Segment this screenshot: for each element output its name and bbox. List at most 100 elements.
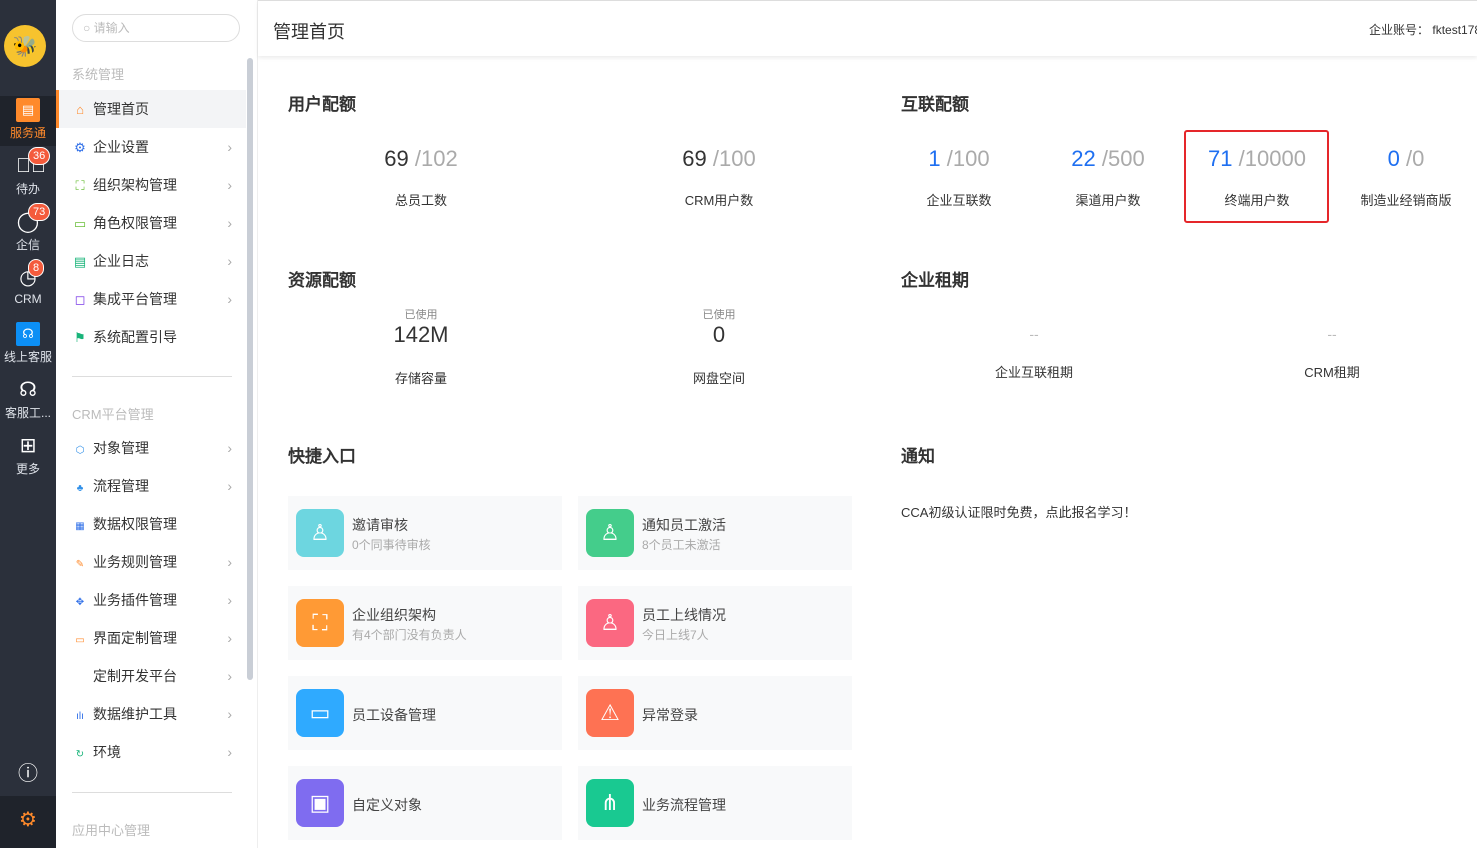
crm-lease-stat: -- CRM租期 — [1222, 326, 1442, 381]
stat-value: 142M — [393, 322, 449, 347]
rail-item-todo[interactable]: ✓⃝ 待办 36 — [0, 147, 56, 197]
menu-item[interactable]: ılı 数据维护工具 › — [56, 695, 246, 733]
section-title: 互联配额 — [901, 95, 969, 114]
rail-item-cs-tools[interactable]: ☊ 客服工... — [0, 378, 56, 421]
warning-icon: ⚠ — [586, 689, 634, 737]
rail-item-chat[interactable]: ◯ 企信 73 — [0, 203, 56, 253]
interlink-lease-stat: -- 企业互联租期 — [924, 326, 1144, 381]
menu-item[interactable]: ▦ 数据权限管理 — [56, 505, 246, 543]
user-key-icon: ♙ — [586, 599, 634, 647]
stat-label: 企业互联租期 — [994, 365, 1073, 380]
divider — [72, 792, 232, 793]
section-title: 资源配额 — [288, 271, 356, 290]
menu-icon: ✎ — [75, 559, 85, 570]
stat-total: /100 — [946, 146, 990, 171]
stat-total: /0 — [1406, 146, 1425, 171]
shortcut-subtitle: 0个同事待审核 — [352, 538, 431, 552]
org-chart-icon: ⛶ — [296, 599, 344, 647]
shortcut-title: 异常登录 — [642, 707, 698, 723]
service-icon: ▤ — [16, 98, 40, 122]
section-title: 通知 — [901, 447, 935, 466]
group-title: CRM平台管理 — [72, 407, 154, 422]
chevron-right-icon: › — [227, 253, 232, 269]
rail-item-crm[interactable]: ◷ CRM 8 — [0, 259, 56, 306]
stat-total: /102 — [414, 146, 458, 171]
stat-label: 存储容量 — [394, 371, 447, 386]
menu-item[interactable]: ⛶ 组织架构管理 › — [56, 166, 246, 204]
menu-icon: ılı — [76, 711, 84, 722]
menu-item[interactable]: ▭ 角色权限管理 › — [56, 204, 246, 242]
user-quota-stat: 69 /100 CRM用户数 — [609, 146, 829, 209]
rail-label: 更多 — [15, 462, 40, 476]
chevron-right-icon: › — [227, 630, 232, 646]
rail-label: 服务通 — [9, 126, 46, 140]
shortcut-card[interactable]: ♙ 邀请审核 0个同事待审核 — [288, 496, 562, 570]
stat-label: CRM租期 — [1304, 365, 1360, 380]
rail-item-service[interactable]: ▤ 服务通 — [0, 96, 56, 146]
stamp-icon: ♙ — [296, 509, 344, 557]
objects-icon: ▣ — [296, 779, 344, 827]
avatar[interactable]: 🐝 — [4, 25, 46, 67]
sidebar: ○ 请输入 系统管理 ⌂ 管理首页 ⚙ 企业设置 › ⛶ 组织架构管理 › ▭ 角色权限管理 › ▤ 企… — [56, 0, 258, 848]
menu-label: 业务插件管理 — [93, 592, 177, 608]
menu-item[interactable]: ✎ 业务规则管理 › — [56, 543, 246, 581]
menu-item[interactable]: ✥ 业务插件管理 › — [56, 581, 246, 619]
menu-item[interactable]: ◻ 集成平台管理 › — [56, 280, 246, 318]
shortcut-card[interactable]: ⛶ 企业组织架构 有4个部门没有负责人 — [288, 586, 562, 660]
menu-item[interactable]: ⬡ 对象管理 › — [56, 429, 246, 467]
stat-total: /100 — [712, 146, 756, 171]
menu-item[interactable]: ↻ 环境 › — [56, 733, 246, 771]
rail-item-online-service[interactable]: ☊ 线上客服 — [0, 322, 56, 365]
group-title: 系统管理 — [72, 67, 125, 82]
shortcut-card[interactable]: ▭ 员工设备管理 — [288, 676, 562, 750]
menu-item[interactable]: ⌂ 管理首页 — [56, 90, 246, 128]
shortcut-card[interactable]: ♙ 员工上线情况 今日上线7人 — [578, 586, 852, 660]
help-button[interactable]: ⓘ — [0, 762, 56, 788]
app-rail: 🐝 ▤ 服务通 ✓⃝ 待办 36 ◯ 企信 73 ◷ CRM 8 ☊ 线上客服 ☊ 客服工... … — [0, 0, 56, 848]
account-value: fktest178 — [1432, 23, 1477, 37]
menu-label: 流程管理 — [93, 478, 149, 494]
used-label: 已使用 — [702, 309, 736, 321]
shortcut-title: 自定义对象 — [352, 797, 422, 813]
shortcut-card[interactable]: ▣ 自定义对象 — [288, 766, 562, 840]
menu-label: 系统配置引导 — [93, 329, 177, 345]
menu-item[interactable]: 定制开发平台 › — [56, 657, 246, 695]
shortcut-card[interactable]: ♙ 通知员工激活 8个员工未激活 — [578, 496, 852, 570]
home-icon: ⌂ — [76, 102, 84, 117]
menu-icon: ▦ — [75, 521, 85, 532]
scrollbar[interactable] — [247, 58, 253, 680]
log-icon: ▤ — [73, 254, 87, 269]
shortcut-card[interactable]: ⚠ 异常登录 — [578, 676, 852, 750]
chevron-right-icon: › — [227, 554, 232, 570]
shortcut-card[interactable]: ⋔ 业务流程管理 — [578, 766, 852, 840]
menu-item[interactable]: ▤ 企业日志 › — [56, 242, 246, 280]
stat-value: -- — [1327, 326, 1337, 342]
shortcut-title: 通知员工激活 — [642, 517, 726, 533]
menu-item[interactable]: ▭ 界面定制管理 › — [56, 619, 246, 657]
help-icon: ⓘ — [18, 763, 38, 785]
rail-item-more[interactable]: ⊞ 更多 — [0, 434, 56, 477]
rail-label: 客服工... — [4, 406, 51, 420]
menu-icon: ⬡ — [75, 445, 85, 456]
storage-stat: 已使用 142M 存储容量 — [311, 306, 531, 387]
gear-icon: ⚙ — [19, 809, 37, 831]
section-title: 快捷入口 — [288, 447, 356, 466]
account-info: 企业账号： fktest178 — [1369, 21, 1477, 38]
user-block-icon: ♙ — [586, 509, 634, 557]
org-icon: ⛶ — [75, 178, 85, 193]
highlight-box — [1184, 130, 1329, 223]
menu-item[interactable]: ⚑ 系统配置引导 — [56, 318, 246, 356]
menu-item[interactable]: ♣ 流程管理 › — [56, 467, 246, 505]
stat-used: 22 — [1071, 146, 1096, 171]
shortcut-subtitle: 有4个部门没有负责人 — [352, 628, 467, 642]
badge: 8 — [28, 259, 45, 277]
stat-label: CRM用户数 — [684, 193, 754, 208]
settings-button[interactable]: ⚙ — [0, 796, 56, 848]
disk-stat: 已使用 0 网盘空间 — [609, 306, 829, 387]
menu-item[interactable]: ⚙ 企业设置 › — [56, 128, 246, 166]
menu-label: 集成平台管理 — [93, 291, 177, 307]
notice-link[interactable]: CCA初级认证限时免费，点此报名学习！ — [901, 502, 1136, 521]
search-input[interactable]: ○ 请输入 — [72, 14, 240, 42]
search-icon: ○ — [83, 21, 94, 35]
flow-icon: ⋔ — [586, 779, 634, 827]
